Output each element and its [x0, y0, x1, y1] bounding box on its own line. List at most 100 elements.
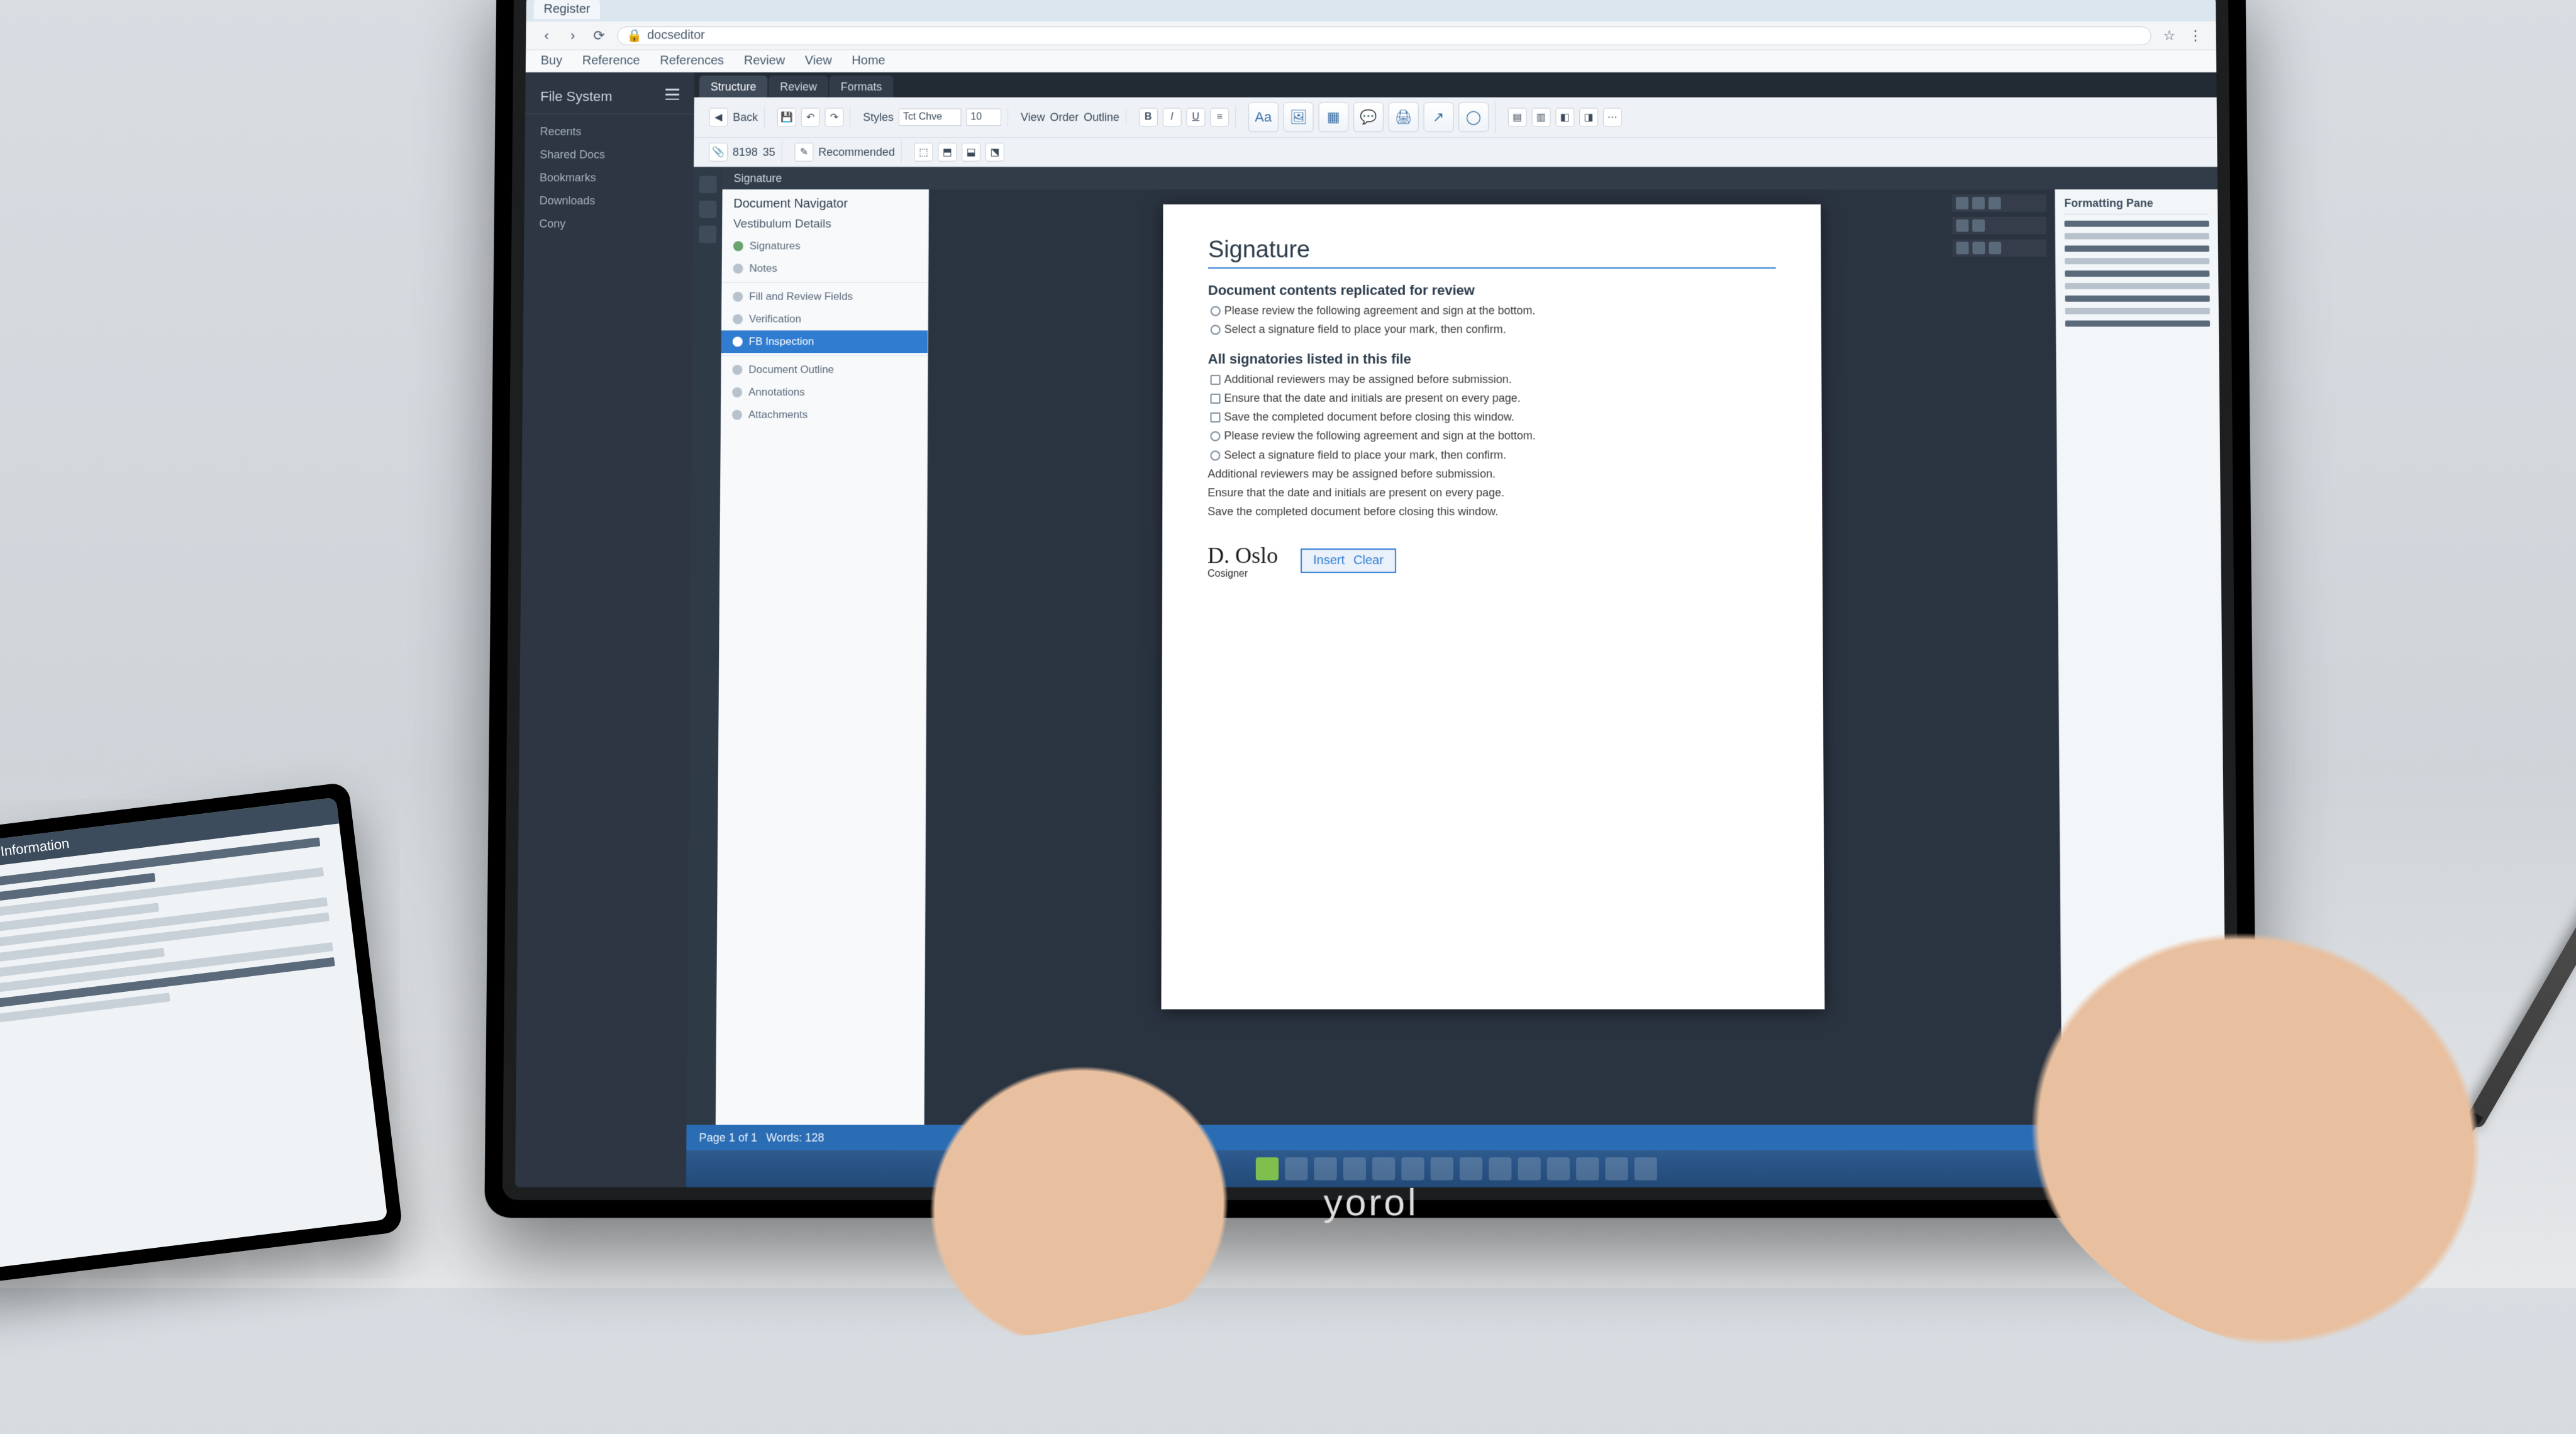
panel-row[interactable] [2064, 221, 2209, 227]
menu-icon[interactable]: ⋮ [2187, 28, 2204, 44]
view-mode-icon[interactable] [2112, 1130, 2128, 1145]
font-name-field[interactable]: Tct Chve [899, 109, 962, 126]
nav-item[interactable]: Signatures [722, 235, 928, 258]
save-icon[interactable]: 💾 [777, 108, 796, 127]
document-canvas[interactable]: Signature Document contents replicated f… [924, 189, 2062, 1125]
menu-item[interactable]: Home [852, 54, 885, 69]
sidebar-item[interactable]: Cony [524, 213, 693, 236]
sidebar-item[interactable]: Shared Docs [525, 143, 694, 167]
system-tray[interactable] [2123, 1157, 2204, 1180]
bold-icon[interactable]: B [1139, 108, 1158, 127]
redo-icon[interactable]: ↷ [825, 108, 844, 127]
tool-icon[interactable] [1989, 197, 2001, 209]
print-icon[interactable]: 🖨 [1389, 103, 1419, 132]
app-tab[interactable]: Review [769, 75, 828, 97]
nav-item[interactable]: Notes [722, 257, 928, 280]
tool-icon[interactable] [1956, 242, 1968, 254]
tool-icon[interactable] [1972, 220, 1985, 232]
signature-action[interactable]: Insert Clear [1301, 549, 1396, 574]
toolbar-icon[interactable]: ⬔ [985, 143, 1004, 162]
toolbar-icon[interactable]: ⬚ [914, 143, 933, 162]
rail-icon[interactable] [699, 201, 716, 218]
address-bar[interactable]: 🔒 docseditor [617, 26, 2151, 45]
tray-icon[interactable] [2181, 1157, 2204, 1180]
insert-image-icon[interactable]: 🖼 [1284, 103, 1314, 132]
toolbar-icon[interactable]: ⋯ [1603, 108, 1622, 127]
tray-icon[interactable] [2152, 1157, 2175, 1180]
tool-icon[interactable] [1989, 242, 2001, 254]
toolbar-icon[interactable]: ◨ [1579, 108, 1598, 127]
toolbar-icon[interactable]: 📎 [709, 143, 728, 162]
nav-item[interactable]: Verification [721, 308, 928, 331]
nav-item-selected[interactable]: FB Inspection [721, 330, 928, 353]
underline-icon[interactable]: U [1186, 108, 1205, 127]
font-size-field[interactable]: 10 [966, 109, 1001, 126]
panel-row[interactable] [2065, 283, 2209, 289]
toolbar-icon[interactable]: ⬓ [962, 143, 980, 162]
back-button-icon[interactable]: ◀ [709, 108, 728, 127]
back-icon[interactable]: ‹ [538, 28, 555, 44]
taskbar-icon[interactable] [1285, 1157, 1307, 1180]
toolbar-icon[interactable]: ✎ [794, 143, 813, 162]
align-left-icon[interactable]: ≡ [1210, 108, 1229, 127]
italic-icon[interactable]: I [1163, 108, 1182, 127]
view-mode-icon[interactable] [2136, 1130, 2151, 1145]
toolbar-icon[interactable]: ◧ [1555, 108, 1574, 127]
undo-icon[interactable]: ↶ [801, 108, 820, 127]
view-mode-icon[interactable] [2160, 1130, 2175, 1145]
taskbar-icon[interactable] [1489, 1157, 1511, 1180]
nav-item[interactable]: Fill and Review Fields [721, 286, 928, 308]
taskbar-icon[interactable] [1635, 1157, 1657, 1180]
share-icon[interactable]: ↗ [1423, 103, 1453, 132]
taskbar-icon[interactable] [1460, 1157, 1482, 1180]
menu-item[interactable]: References [660, 54, 724, 69]
menu-item[interactable]: View [805, 54, 832, 69]
menu-item[interactable]: Review [744, 54, 785, 69]
nav-item[interactable]: Document Outline [721, 358, 927, 381]
taskbar-icon[interactable] [1547, 1157, 1570, 1180]
taskbar-icon[interactable] [1605, 1157, 1628, 1180]
status-zoom[interactable]: 100% [2185, 1131, 2214, 1144]
bookmark-icon[interactable]: ☆ [2161, 28, 2177, 44]
status-words[interactable]: Words: 128 [766, 1131, 824, 1144]
panel-row[interactable] [2065, 270, 2209, 277]
menu-item[interactable]: Reference [582, 54, 640, 69]
start-icon[interactable] [1256, 1157, 1279, 1180]
styles-gallery-icon[interactable]: Aa [1248, 103, 1279, 132]
taskbar-icon[interactable] [1576, 1157, 1599, 1180]
toolbar-icon[interactable]: ▤ [1508, 108, 1527, 127]
taskbar-icon[interactable] [1431, 1157, 1453, 1180]
browser-tab[interactable]: Register [533, 0, 600, 19]
sidebar-item[interactable]: Downloads [525, 189, 694, 213]
insert-table-icon[interactable]: ▦ [1318, 103, 1348, 132]
panel-row[interactable] [2065, 258, 2209, 264]
nav-item[interactable]: Annotations [721, 381, 928, 404]
menu-item[interactable]: Buy [541, 54, 562, 69]
toolbar-icon[interactable]: ⬒ [938, 143, 957, 162]
rail-icon[interactable] [699, 226, 716, 243]
rail-icon[interactable] [699, 175, 717, 193]
toolbar-icon[interactable]: ▥ [1531, 108, 1550, 127]
nav-item[interactable]: Attachments [721, 404, 928, 426]
panel-row[interactable] [2065, 245, 2209, 252]
tool-icon[interactable] [1956, 220, 1968, 232]
document-tab[interactable]: Signature [734, 172, 782, 185]
taskbar-icon[interactable] [1518, 1157, 1540, 1180]
tool-icon[interactable] [1956, 197, 1968, 209]
sidebar-item[interactable]: Recents [525, 120, 694, 143]
tool-icon[interactable] [1972, 197, 1985, 209]
taskbar-icon[interactable] [1372, 1157, 1395, 1180]
app-tab[interactable]: Structure [699, 75, 768, 97]
taskbar-icon[interactable] [1343, 1157, 1366, 1180]
status-page[interactable]: Page 1 of 1 [699, 1131, 757, 1144]
forward-icon[interactable]: › [565, 28, 581, 44]
app-tab[interactable]: Formats [830, 75, 894, 97]
panel-row[interactable] [2065, 321, 2210, 327]
record-icon[interactable]: ◯ [1458, 103, 1489, 132]
tray-icon[interactable] [2123, 1157, 2146, 1180]
hamburger-icon[interactable] [665, 89, 679, 100]
panel-row[interactable] [2065, 308, 2210, 314]
sidebar-item[interactable]: Bookmarks [525, 167, 694, 190]
taskbar-icon[interactable] [1314, 1157, 1336, 1180]
taskbar-icon[interactable] [1401, 1157, 1424, 1180]
